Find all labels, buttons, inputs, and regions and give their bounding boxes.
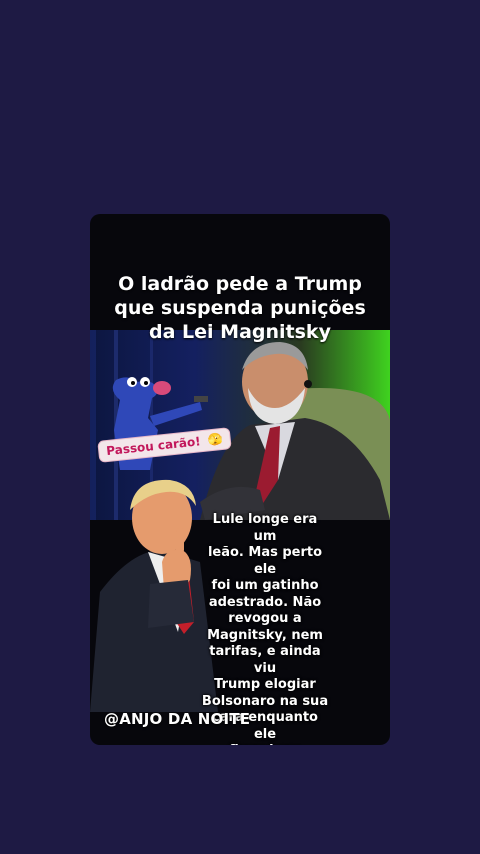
- face-emoji-icon: 🫣: [206, 431, 224, 448]
- author-watermark: @ANJO DA NOITE: [104, 710, 251, 728]
- post-headline: O ladrão pede a Trump que suspenda puniç…: [114, 273, 366, 343]
- story-card[interactable]: O ladrão pede a Trump que suspenda puniç…: [90, 214, 390, 745]
